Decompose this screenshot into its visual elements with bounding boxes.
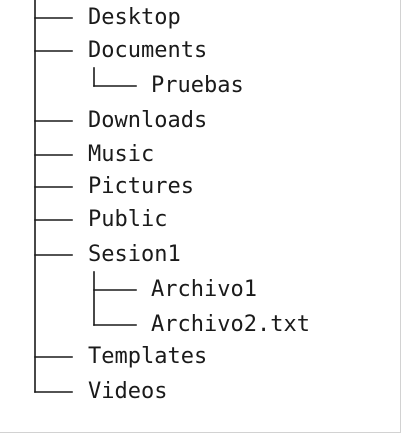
tree-item-videos[interactable]: Videos	[88, 378, 167, 406]
directory-tree: Desktop Documents Pruebas Downloads Musi…	[0, 0, 401, 433]
tree-item-archivo2[interactable]: Archivo2.txt	[151, 311, 310, 339]
tree-item-downloads[interactable]: Downloads	[88, 107, 207, 135]
tree-item-templates[interactable]: Templates	[88, 343, 207, 371]
tree-item-pictures[interactable]: Pictures	[88, 173, 194, 201]
tree-item-pruebas[interactable]: Pruebas	[151, 72, 244, 100]
tree-item-sesion1[interactable]: Sesion1	[88, 241, 181, 269]
tree-item-public[interactable]: Public	[88, 206, 167, 234]
tree-item-archivo1[interactable]: Archivo1	[151, 276, 257, 304]
tree-item-documents[interactable]: Documents	[88, 37, 207, 65]
tree-item-music[interactable]: Music	[88, 141, 154, 169]
tree-item-desktop[interactable]: Desktop	[88, 4, 181, 32]
